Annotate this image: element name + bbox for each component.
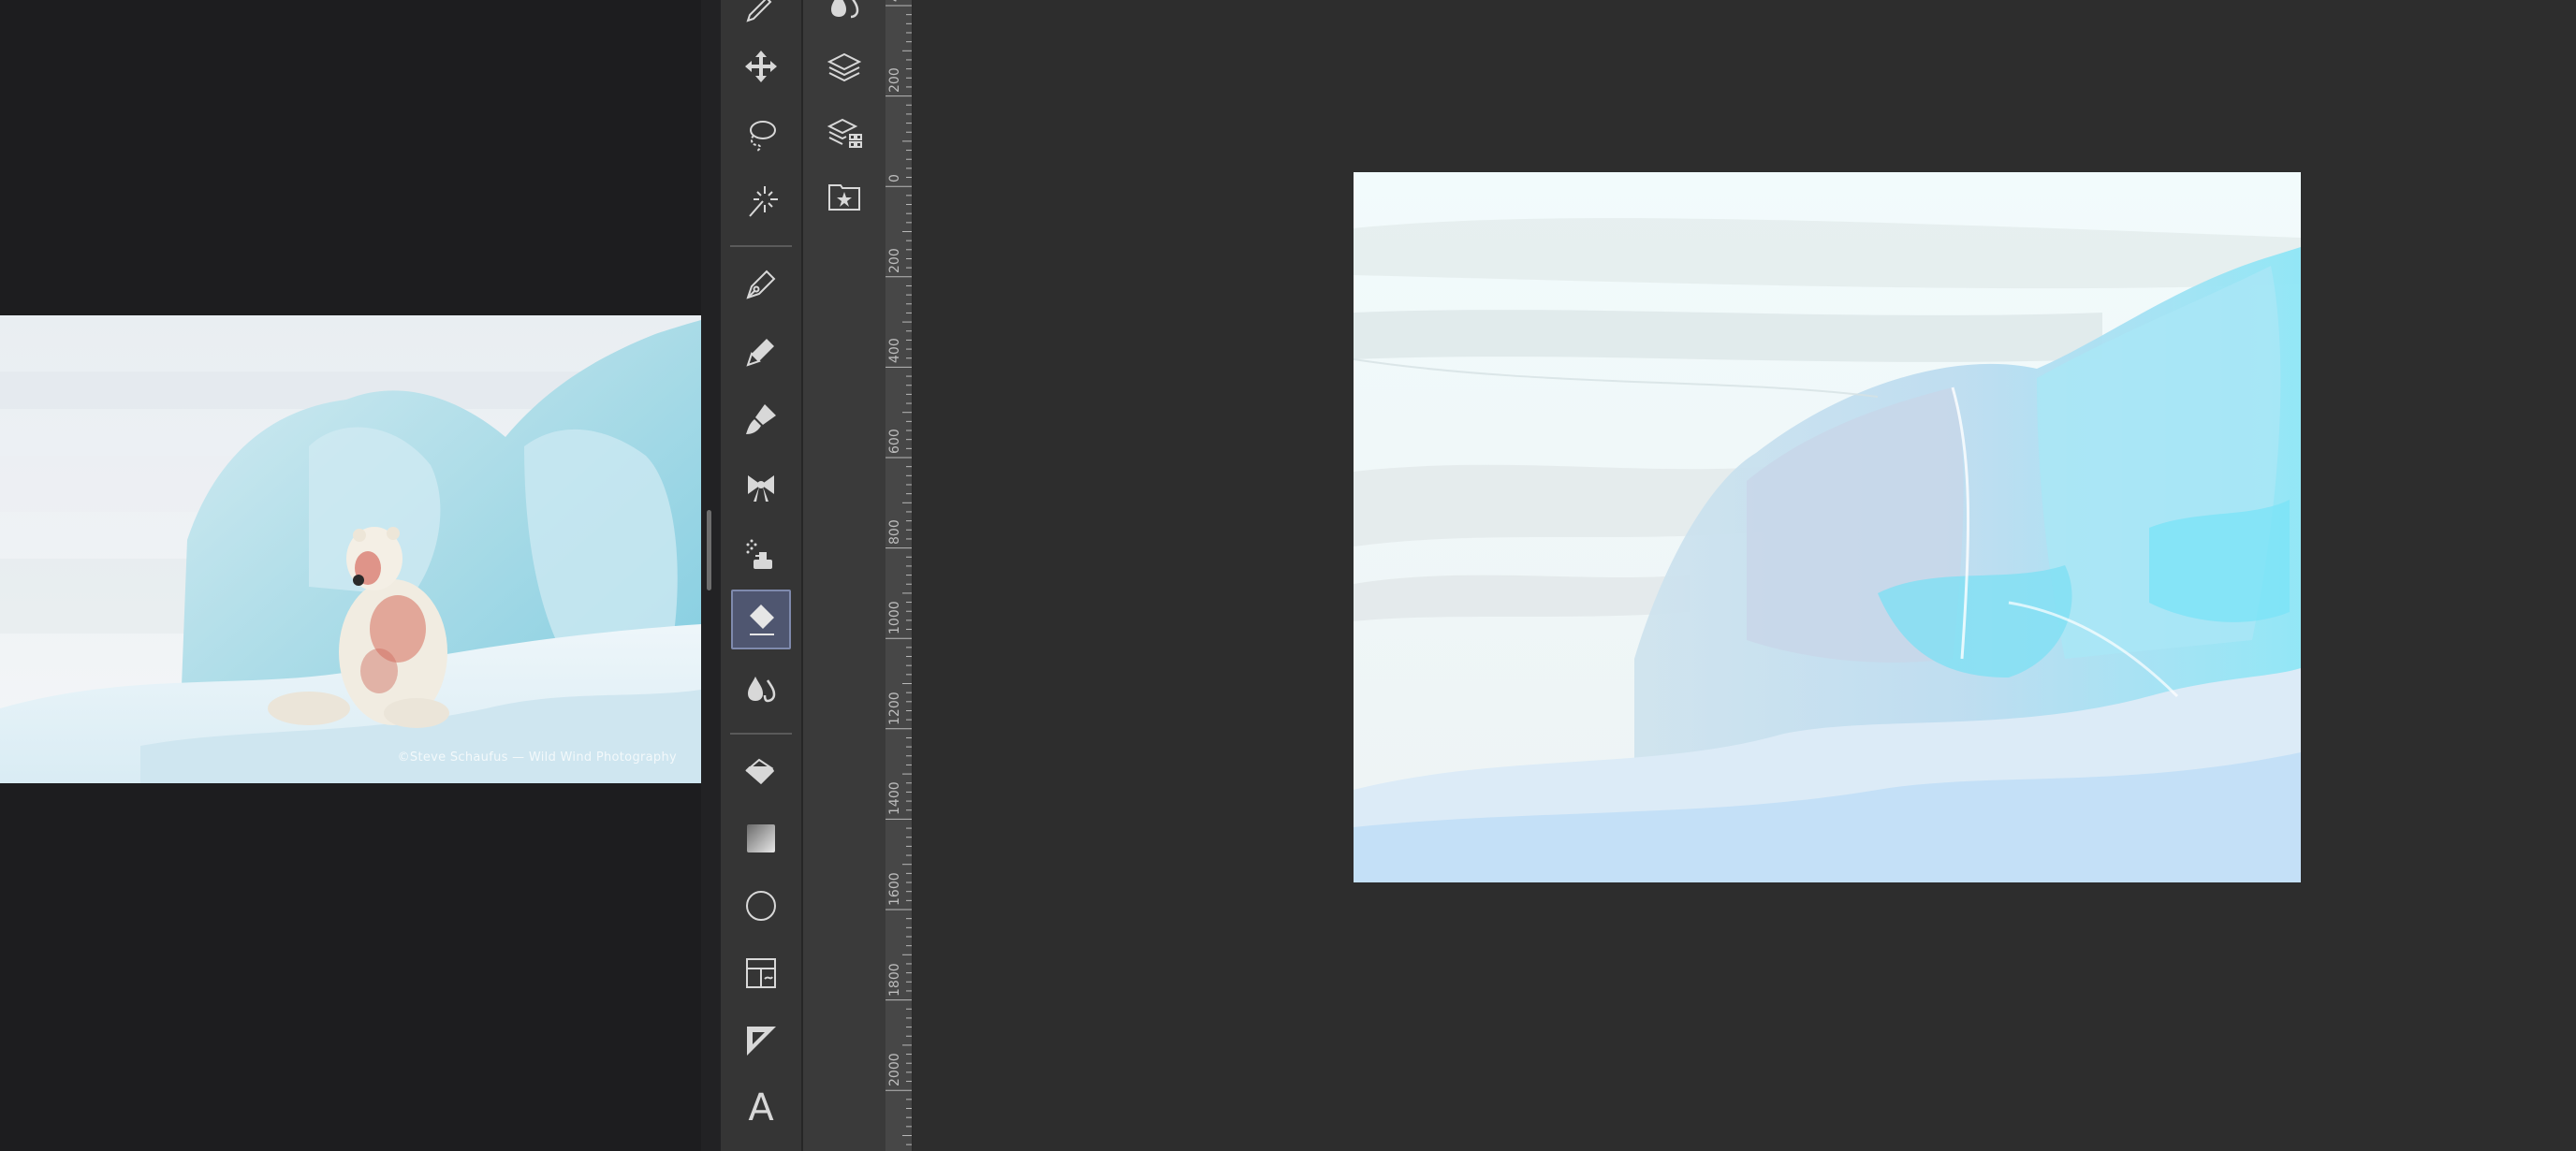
ruler-label: 200 [887,66,902,93]
app-window: ©Steve Schaufus — Wild Wind Photography [0,0,2576,1151]
polar-bear-photo [0,315,701,783]
ruler-label: 1200 [887,692,902,725]
reference-photo[interactable]: ©Steve Schaufus — Wild Wind Photography [0,315,701,783]
pen-partial-icon[interactable] [731,0,791,36]
ruler-tool-icon[interactable] [731,1011,791,1071]
blend-partial-icon[interactable] [822,0,867,26]
canvas-artwork [1354,172,2301,882]
ruler-label: 1600 [887,872,902,906]
toolbar-separator [730,245,792,247]
blend-icon[interactable] [731,658,791,718]
tool-palette: A [721,0,801,1151]
text-icon[interactable]: A [731,1078,791,1138]
ruler-label: 1400 [887,781,902,816]
material-folder-icon[interactable] [822,174,867,219]
ruler-label: 200 [887,248,902,273]
layer-property-icon[interactable] [822,110,867,155]
ruler-label: 400 [887,338,902,364]
toolbar-separator [730,733,792,735]
magic-wand-icon[interactable] [731,171,791,231]
ruler-label: 2000 [887,1053,902,1087]
gradient-icon[interactable] [731,809,791,868]
reference-panel: ©Steve Schaufus — Wild Wind Photography [0,0,701,1151]
vertical-ruler: 4002000200400600800100012001400160018002… [886,0,913,1151]
move-icon[interactable] [731,36,791,96]
ruler-label: 400 [887,0,902,2]
frame-icon[interactable] [731,943,791,1003]
figure-icon[interactable] [731,876,791,936]
panel-splitter[interactable] [701,0,721,1151]
ruler-label: 800 [887,518,902,545]
painting-canvas[interactable] [1354,172,2301,882]
lasso-icon[interactable] [731,104,791,164]
sub-palette [803,0,886,1151]
ruler-label: 0 [887,174,902,183]
ruler-label: 1000 [887,601,902,635]
text-icon-glyph: A [748,1086,774,1129]
pencil-icon[interactable] [731,322,791,382]
airbrush-icon[interactable] [731,524,791,584]
canvas-workspace[interactable] [913,0,2576,1151]
photo-watermark: ©Steve Schaufus — Wild Wind Photography [397,750,677,765]
ruler-label: 600 [887,429,902,454]
pen-icon[interactable] [731,255,791,314]
splitter-handle[interactable] [707,510,711,590]
brush-icon[interactable] [731,389,791,449]
ruler-label: 1800 [887,962,902,997]
decoration-icon[interactable] [731,457,791,517]
fill-icon[interactable] [731,741,791,801]
eraser-icon[interactable] [731,590,791,649]
layer-icon[interactable] [822,45,867,90]
